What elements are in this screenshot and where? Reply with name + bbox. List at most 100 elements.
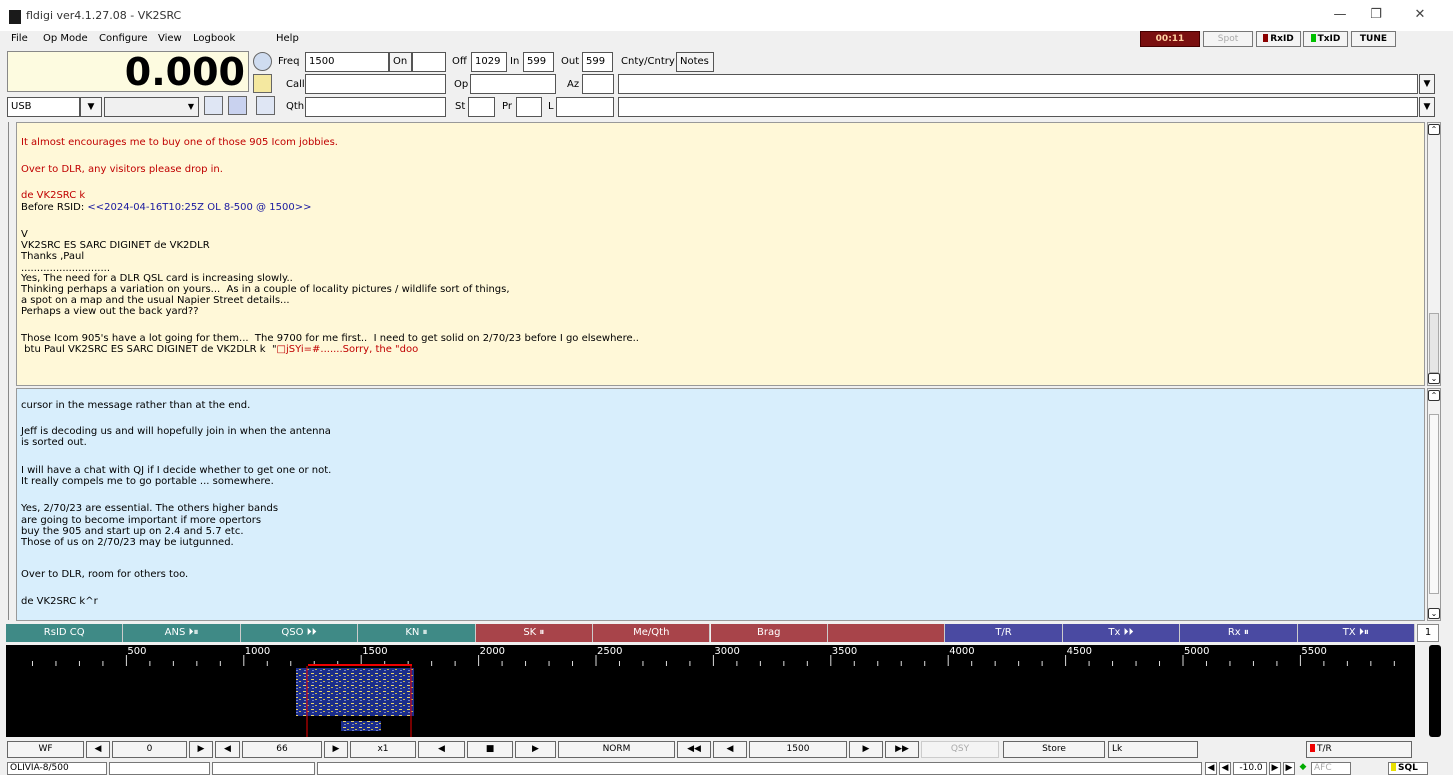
- notes-dropdown-arrow-icon[interactable]: ▼: [1419, 74, 1435, 94]
- menu-op-mode[interactable]: Op Mode: [43, 33, 88, 44]
- rx-scrollbar[interactable]: ⌃ ⌄: [1427, 122, 1441, 386]
- step-left-icon[interactable]: ◀: [713, 741, 747, 758]
- macro-button[interactable]: Brag: [710, 624, 828, 642]
- macro-button[interactable]: Me/Qth: [593, 624, 711, 642]
- rxid-button[interactable]: RxID: [1256, 31, 1301, 47]
- macro-button[interactable]: ANS ⏵⏸: [123, 624, 241, 642]
- sql-toggle[interactable]: SQL: [1388, 762, 1428, 775]
- notes-field-2[interactable]: [618, 97, 1418, 117]
- timer-button[interactable]: 00:11: [1140, 31, 1200, 47]
- rst-out-field[interactable]: 599: [582, 52, 613, 72]
- province-field[interactable]: [516, 97, 542, 117]
- macro-button[interactable]: Rx ⏸: [1180, 624, 1298, 642]
- rx-scroll-thumb[interactable]: [1429, 313, 1439, 373]
- waterfall-display[interactable]: [6, 666, 1415, 737]
- close-icon[interactable]: ✕: [1410, 6, 1430, 24]
- scroll-down-icon[interactable]: ⌄: [1428, 373, 1440, 384]
- tune-button[interactable]: TUNE: [1351, 31, 1396, 47]
- db-up-icon[interactable]: ▶: [1269, 762, 1281, 775]
- range-field[interactable]: 66: [242, 741, 322, 758]
- rig-control-icon[interactable]: [253, 52, 272, 71]
- menu-view[interactable]: View: [158, 33, 182, 44]
- offset-field[interactable]: 0: [112, 741, 187, 758]
- fast-right-icon[interactable]: ▶▶: [885, 741, 919, 758]
- decrement-icon[interactable]: ◀: [215, 741, 240, 758]
- transmit-text-panel[interactable]: cursor in the message rather than at the…: [16, 388, 1425, 621]
- db-down-icon[interactable]: ◀: [1219, 762, 1231, 775]
- increment-icon[interactable]: ▶: [189, 741, 213, 758]
- log-entry-icon[interactable]: [228, 96, 247, 115]
- cnty-cntry-tab[interactable]: Cnty/Cntry: [621, 56, 675, 67]
- mode-status[interactable]: OLIVIA-8/500: [7, 762, 107, 775]
- maximize-icon[interactable]: ❐: [1366, 6, 1386, 24]
- rsid-tag: <<2024-04-16T10:25Z OL 8-500 @ 1500>>: [87, 202, 312, 213]
- db-down-fast-icon[interactable]: ◀: [1205, 762, 1217, 775]
- frequency-display[interactable]: 0.000: [7, 51, 249, 93]
- freq-field[interactable]: 1500: [305, 52, 389, 72]
- db-up-fast-icon[interactable]: ▶: [1283, 762, 1295, 775]
- call-field[interactable]: [305, 74, 446, 94]
- save-log-icon[interactable]: [256, 96, 275, 115]
- carrier-frequency-field[interactable]: 1500: [749, 741, 847, 758]
- window-title: fldigi ver4.1.27.08 - VK2SRC: [26, 9, 182, 22]
- db-value[interactable]: -10.0: [1233, 762, 1267, 775]
- tx-scroll-thumb[interactable]: [1429, 414, 1439, 594]
- sideband-select[interactable]: USB: [7, 97, 80, 117]
- qth-field[interactable]: [305, 97, 446, 117]
- scroll-down-icon[interactable]: ⌄: [1428, 608, 1440, 619]
- macro-bank-indicator[interactable]: 1: [1417, 624, 1439, 642]
- waterfall-mode-button[interactable]: WF: [7, 741, 84, 758]
- macro-button[interactable]: RsID CQ: [6, 624, 124, 642]
- menu-configure[interactable]: Configure: [99, 33, 147, 44]
- macro-button[interactable]: T/R: [945, 624, 1063, 642]
- notes-field[interactable]: [618, 74, 1418, 94]
- minimize-icon[interactable]: —: [1330, 6, 1350, 24]
- panel-splitter[interactable]: [8, 122, 15, 620]
- increment-icon[interactable]: ▶: [324, 741, 348, 758]
- receive-text-panel[interactable]: It almost encourages me to buy one of th…: [16, 122, 1425, 386]
- tx-scrollbar[interactable]: ⌃ ⌄: [1427, 388, 1441, 621]
- rst-in-field[interactable]: 599: [523, 52, 554, 72]
- macro-button[interactable]: QSO ⏵⏵: [240, 624, 359, 642]
- macro-button[interactable]: Tx ⏵⏵: [1062, 624, 1181, 642]
- qsy-button[interactable]: QSY: [921, 741, 999, 758]
- op-field[interactable]: [470, 74, 556, 94]
- scroll-up-icon[interactable]: ⌃: [1428, 390, 1440, 401]
- state-field[interactable]: [468, 97, 495, 117]
- bandwidth-dropdown[interactable]: ▼: [104, 97, 199, 117]
- menu-file[interactable]: File: [11, 33, 28, 44]
- reset-audio-icon[interactable]: [204, 96, 223, 115]
- az-field[interactable]: [582, 74, 614, 94]
- on-time-field[interactable]: [412, 52, 446, 72]
- scale-tick-label: 500: [127, 646, 146, 657]
- store-button[interactable]: Store: [1003, 741, 1105, 758]
- spot-button[interactable]: Spot: [1203, 31, 1253, 47]
- macro-button[interactable]: [827, 624, 946, 642]
- clear-log-broom-icon[interactable]: [253, 74, 272, 93]
- rx-text-red: □jSYi=#.......Sorry, the "doo: [276, 344, 419, 355]
- txid-button[interactable]: TxID: [1303, 31, 1348, 47]
- off-time-field[interactable]: 1029: [471, 52, 507, 72]
- speed-button[interactable]: NORM: [558, 741, 675, 758]
- decrement-icon[interactable]: ◀: [86, 741, 110, 758]
- sideband-dropdown-arrow-icon[interactable]: ▼: [80, 97, 102, 117]
- on-button[interactable]: On: [389, 52, 412, 72]
- macro-button[interactable]: TX ⏵⏸: [1297, 624, 1415, 642]
- scroll-up-icon[interactable]: ⌃: [1428, 124, 1440, 135]
- menu-logbook[interactable]: Logbook: [193, 33, 235, 44]
- menu-help[interactable]: Help: [276, 33, 299, 44]
- fast-left-icon[interactable]: ◀◀: [677, 741, 711, 758]
- lock-button[interactable]: Lk: [1108, 741, 1198, 758]
- tr-button[interactable]: T/R: [1306, 741, 1412, 758]
- macro-button[interactable]: KN ⏸: [358, 624, 476, 642]
- stop-icon[interactable]: ■: [467, 741, 513, 758]
- right-icon[interactable]: ▶: [515, 741, 556, 758]
- notes2-dropdown-arrow-icon[interactable]: ▼: [1419, 97, 1435, 117]
- step-right-icon[interactable]: ▶: [849, 741, 883, 758]
- locator-field[interactable]: [556, 97, 614, 117]
- afc-toggle[interactable]: AFC: [1311, 762, 1351, 775]
- left-icon[interactable]: ◀: [418, 741, 465, 758]
- zoom-button[interactable]: x1: [350, 741, 416, 758]
- macro-button[interactable]: SK ⏸: [475, 624, 594, 642]
- notes-tab[interactable]: Notes: [676, 52, 714, 72]
